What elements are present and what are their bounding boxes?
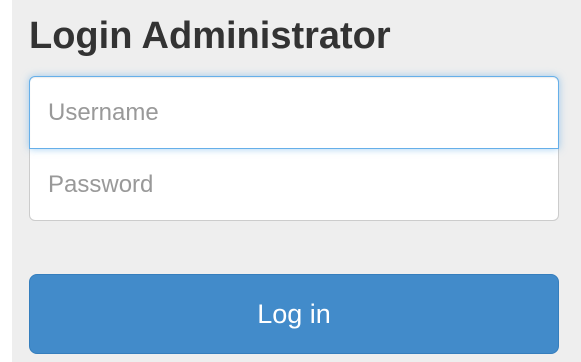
login-title: Login Administrator xyxy=(29,15,391,57)
login-button[interactable]: Log in xyxy=(29,274,559,354)
login-form xyxy=(29,76,559,221)
password-input[interactable] xyxy=(29,148,559,221)
username-input[interactable] xyxy=(29,76,559,149)
login-panel: Login Administrator Log in xyxy=(12,0,581,362)
